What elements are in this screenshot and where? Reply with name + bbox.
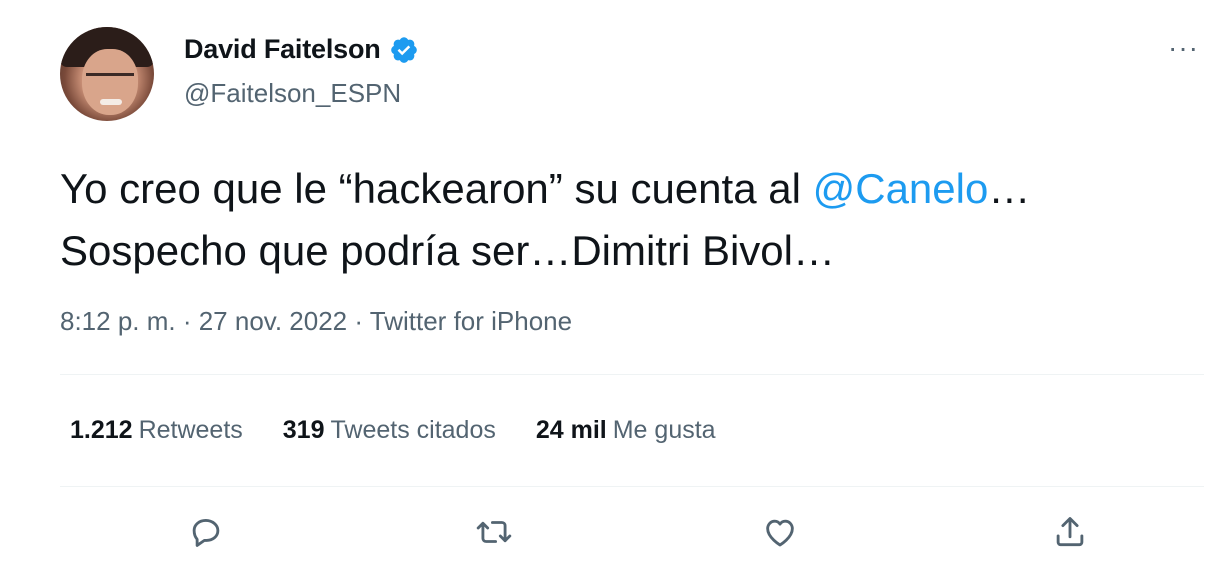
likes-label: Me gusta: [612, 416, 716, 444]
tweet-text-part2: …: [988, 165, 1031, 212]
retweets-stat[interactable]: 1.212 Retweets: [70, 416, 243, 445]
more-options-icon[interactable]: ···: [1168, 34, 1199, 62]
divider: [60, 486, 1204, 487]
author-handle[interactable]: @Faitelson_ESPN: [184, 78, 401, 109]
quotes-count: 319: [282, 416, 325, 444]
tweet-timestamp[interactable]: 8:12 p. m. · 27 nov. 2022 · Twitter for …: [60, 306, 572, 337]
tweet-actions: [0, 510, 1224, 560]
like-button[interactable]: [758, 510, 802, 554]
tweet-text: Yo creo que le “hackearon” su cuenta al …: [60, 158, 1180, 282]
reply-button[interactable]: [184, 510, 228, 554]
tweet-stats: 1.212 Retweets 319 Tweets citados 24 mil Me…: [70, 416, 716, 445]
avatar[interactable]: [60, 27, 154, 121]
tweet-text-part1: Yo creo que le “hackearon” su cuenta al: [60, 165, 813, 212]
retweet-icon: [476, 521, 512, 543]
author-name-row[interactable]: David Faitelson: [184, 34, 419, 65]
tweet-text-line2: Sospecho que podría ser…Dimitri Bivol…: [60, 227, 835, 274]
retweets-label: Retweets: [138, 416, 243, 444]
retweets-count: 1.212: [70, 416, 133, 444]
quotes-label: Tweets citados: [330, 416, 496, 444]
like-icon: [766, 519, 794, 547]
reply-icon: [192, 519, 220, 547]
quotes-stat[interactable]: 319 Tweets citados: [283, 416, 496, 445]
share-button[interactable]: [1048, 510, 1092, 554]
retweet-button[interactable]: [472, 510, 516, 554]
likes-stat[interactable]: 24 mil Me gusta: [536, 416, 716, 445]
author-name[interactable]: David Faitelson: [184, 34, 381, 65]
tweet-card: David Faitelson @Faitelson_ESPN ··· Yo c…: [0, 0, 1224, 586]
verified-icon: [390, 36, 417, 63]
share-icon: [1056, 517, 1084, 547]
divider: [60, 374, 1204, 375]
likes-count: 24 mil: [535, 416, 607, 444]
mention-link[interactable]: @Canelo: [813, 165, 989, 212]
